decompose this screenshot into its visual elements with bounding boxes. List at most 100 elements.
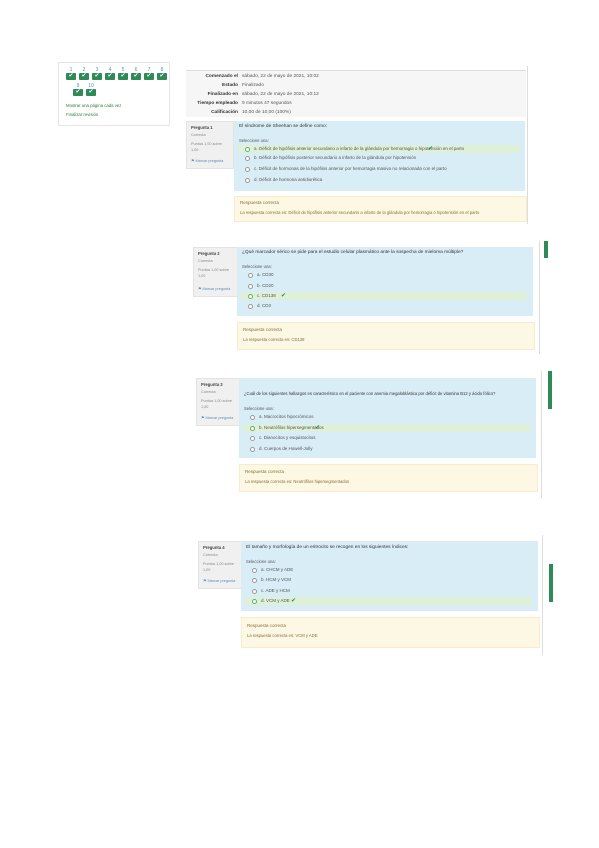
- answer-option[interactable]: b. Neutrófilos hipersegmentados ✔: [243, 424, 530, 432]
- nav-question-8[interactable]: 8 ✔: [157, 68, 167, 80]
- summary-row: Tiempo empleado 9 minutos 47 segundos: [186, 99, 526, 108]
- check-icon: ✔: [144, 73, 154, 80]
- answer-text: c. Dianocitos y esquistocitos: [259, 435, 316, 440]
- feedback-box: Respuesta correcta La respuesta correcta…: [234, 196, 527, 222]
- summary-value: sábado, 22 de mayo de 2021, 10:12: [242, 92, 319, 97]
- question-mark-value: 1,00: [203, 568, 211, 572]
- feedback-text: La respuesta correcta es: VCM y ADE: [247, 633, 318, 638]
- question-info: Pregunta 4 Correcta Puntúa 1,00 sobre 1,…: [198, 541, 246, 589]
- check-icon: ✔: [79, 73, 89, 80]
- question-text: El tamaño y morfología de un eritrocito …: [246, 545, 409, 550]
- radio-button[interactable]: [245, 156, 250, 161]
- feedback-title: Respuesta correcta: [243, 327, 283, 332]
- check-icon: ✔: [157, 73, 167, 80]
- flag-question-link[interactable]: ⚑ Marcar pregunta: [191, 158, 223, 163]
- question-number-label: Pregunta 2: [198, 251, 220, 256]
- answer-option[interactable]: d. Cuerpos de Howell-Jolly: [243, 445, 530, 453]
- question-card: El síndrome de Sheehan se define como: S…: [234, 121, 525, 191]
- check-icon: ✔: [105, 73, 115, 80]
- finish-review-link[interactable]: Finalizar revisión: [66, 112, 98, 117]
- show-one-page-link[interactable]: Mostrar una página cada vez: [66, 103, 121, 108]
- nav-question-2[interactable]: 2 ✔: [79, 68, 89, 80]
- radio-button[interactable]: [252, 568, 257, 573]
- check-icon: ✔: [315, 425, 321, 431]
- answer-option[interactable]: b. Déficit de hipófisis posterior secund…: [238, 154, 520, 162]
- answer-option[interactable]: b. CD20: [241, 282, 527, 290]
- answer-text: b. Déficit de hipófisis posterior secund…: [254, 155, 417, 160]
- check-icon: ✔: [281, 293, 287, 299]
- radio-button[interactable]: [250, 436, 255, 441]
- summary-value: 10,00 de 10,00 (100%): [242, 110, 291, 115]
- nav-question-3[interactable]: 3 ✔: [92, 68, 102, 80]
- feedback-box: Respuesta correcta La respuesta correcta…: [237, 322, 535, 350]
- radio-button[interactable]: [248, 284, 253, 289]
- answer-option[interactable]: d. CD3: [241, 302, 527, 310]
- flag-label: Marcar pregunta: [195, 159, 224, 163]
- answer-option[interactable]: c. ADE y HCM: [245, 587, 532, 595]
- select-one-label: Seleccione una:: [244, 406, 274, 411]
- flag-label: Marcar pregunta: [205, 416, 234, 420]
- answer-option[interactable]: c. Déficit de hormonas de la hipófisis a…: [238, 165, 520, 173]
- flag-question-link[interactable]: ⚑ Marcar pregunta: [203, 578, 235, 583]
- select-one-label: Seleccione una:: [239, 138, 269, 143]
- summary-row: Calificación 10,00 de 10,00 (100%): [186, 108, 526, 117]
- answer-option[interactable]: d. Déficit de hormona antidiurética: [238, 176, 520, 184]
- select-one-label: Seleccione una:: [246, 559, 276, 564]
- radio-button[interactable]: [252, 578, 257, 583]
- answer-option[interactable]: b. HCM y VCM: [245, 576, 532, 584]
- feedback-text: La respuesta correcta es: CD138: [243, 337, 305, 342]
- answer-text: a. Macrocitos hipocrómicos: [259, 414, 314, 419]
- question-mark-value: 1,00: [201, 405, 209, 409]
- radio-button[interactable]: [248, 304, 253, 309]
- page-marker-bar: [544, 241, 548, 258]
- question-number-label: Pregunta 4: [203, 545, 225, 550]
- radio-button[interactable]: [250, 447, 255, 452]
- nav-question-7[interactable]: 7 ✔: [144, 68, 154, 80]
- check-icon: ✔: [118, 73, 128, 80]
- radio-button[interactable]: [250, 415, 255, 420]
- feedback-title: Respuesta correcta: [240, 200, 280, 205]
- feedback-title: Respuesta correcta: [245, 469, 285, 474]
- check-icon: ✔: [86, 89, 96, 96]
- question-mark: Puntúa 1,00 sobre: [203, 562, 235, 566]
- nav-question-4[interactable]: 4 ✔: [105, 68, 115, 80]
- answer-text: d. Déficit de hormona antidiurética: [254, 177, 323, 182]
- nav-question-6[interactable]: 6 ✔: [131, 68, 141, 80]
- answer-text: a. CHCM y ADE: [261, 567, 294, 572]
- summary-value: Finalizado: [242, 83, 264, 88]
- flag-question-link[interactable]: ⚑ Marcar pregunta: [198, 286, 230, 291]
- answer-option[interactable]: a. Déficit de hipófisis anterior secunda…: [238, 145, 520, 153]
- question-mark-value: 1,00: [191, 148, 199, 152]
- select-one-label: Seleccione una:: [242, 264, 272, 269]
- nav-question-10[interactable]: 10 ✔: [86, 84, 96, 96]
- radio-button[interactable]: [252, 599, 257, 604]
- radio-button[interactable]: [248, 273, 253, 278]
- answer-option[interactable]: c. CD138 ✔: [241, 292, 527, 300]
- check-icon: ✔: [291, 598, 297, 604]
- question-text: ¿Qué marcador sérico se pide para el est…: [242, 250, 464, 255]
- summary-label: Comenzado el: [205, 74, 238, 79]
- question-info: Pregunta 2 Correcta Puntúa 1,00 sobre 1,…: [193, 247, 241, 297]
- flag-question-link[interactable]: ⚑ Marcar pregunta: [201, 415, 233, 420]
- nav-question-5[interactable]: 5 ✔: [118, 68, 128, 80]
- radio-button[interactable]: [245, 178, 250, 183]
- answer-text: a. CD30: [257, 272, 274, 277]
- radio-button[interactable]: [245, 167, 250, 172]
- answer-option[interactable]: c. Dianocitos y esquistocitos: [243, 434, 530, 442]
- answer-option[interactable]: a. CD30: [241, 271, 527, 279]
- radio-button[interactable]: [248, 294, 253, 299]
- summary-value: 9 minutos 47 segundos: [242, 101, 292, 106]
- radio-button[interactable]: [250, 426, 255, 431]
- question-mark: Puntúa 1,00 sobre: [201, 399, 233, 403]
- radio-button[interactable]: [252, 589, 257, 594]
- answer-option[interactable]: d. VCM y ADE ✔: [245, 597, 532, 605]
- nav-question-1[interactable]: 1 ✔: [66, 68, 76, 80]
- feedback-text: La respuesta correcta es: Déficit de hip…: [240, 210, 480, 215]
- nav-question-9[interactable]: 9 ✔: [73, 84, 83, 96]
- answer-option[interactable]: a. CHCM y ADE: [245, 566, 532, 574]
- question-card: ¿Cuál de los siguientes hallazgos es car…: [239, 378, 536, 458]
- answer-text: c. ADE y HCM: [261, 588, 290, 593]
- radio-button[interactable]: [245, 147, 250, 152]
- page-edge-line: [539, 241, 540, 354]
- answer-option[interactable]: a. Macrocitos hipocrómicos: [243, 413, 530, 421]
